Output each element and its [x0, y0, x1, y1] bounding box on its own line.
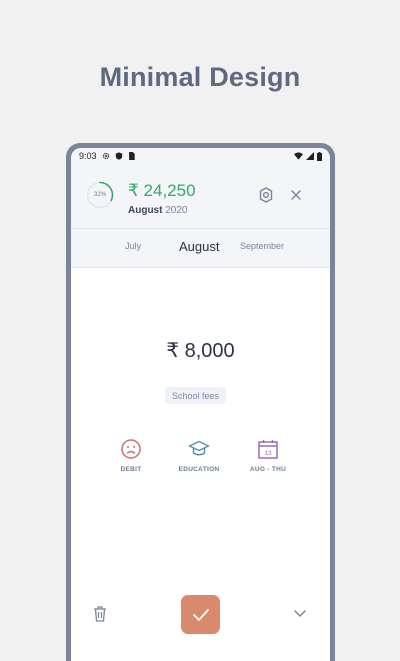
category-date-label: AUG - THU: [249, 466, 287, 473]
wifi-icon: [294, 152, 303, 160]
system-nav-bar: [71, 653, 330, 661]
entry-note-chip[interactable]: School fees: [165, 387, 227, 404]
settings-icon[interactable]: [257, 186, 275, 204]
category-education[interactable]: EDUCATION: [169, 438, 229, 473]
category-debit[interactable]: DEBIT: [101, 438, 161, 473]
budget-progress-ring: 32%: [85, 180, 115, 210]
close-icon[interactable]: [287, 186, 305, 204]
total-amount: ₹ 24,250: [128, 181, 196, 200]
app-screen: 9:03 32% ₹ 24,250 August 2020 July Augus…: [71, 148, 330, 661]
shield-icon: [115, 152, 122, 160]
sim-card-icon: [128, 152, 135, 160]
period-year: 2020: [165, 205, 188, 216]
calendar-day: 13: [264, 450, 272, 457]
status-time: 9:03: [79, 151, 97, 161]
phone-frame: 9:03 32% ₹ 24,250 August 2020 July Augus…: [66, 143, 335, 661]
category-education-label: EDUCATION: [178, 466, 220, 473]
sad-face-icon: [121, 439, 141, 459]
trash-icon[interactable]: [93, 606, 107, 622]
chevron-down-icon[interactable]: [293, 609, 307, 619]
tab-august[interactable]: August: [179, 239, 219, 254]
summary-header: 32% ₹ 24,250 August 2020: [71, 164, 330, 228]
gear-icon: [102, 152, 109, 160]
month-tabs: July August September: [71, 228, 330, 268]
calendar-icon: 13: [258, 440, 278, 459]
signal-icon: [306, 152, 314, 160]
tab-september[interactable]: September: [240, 241, 284, 251]
category-debit-label: DEBIT: [120, 466, 142, 473]
progress-label: 32%: [93, 192, 106, 198]
battery-icon: [317, 151, 322, 161]
entry-amount[interactable]: ₹ 8,000: [71, 338, 330, 363]
graduation-cap-icon: [188, 440, 210, 456]
status-bar: 9:03: [71, 148, 330, 164]
period-month: August: [128, 205, 163, 216]
current-period: August 2020: [128, 205, 187, 216]
check-icon: [192, 608, 209, 621]
category-date[interactable]: 13 AUG - THU: [238, 438, 298, 473]
headline: Minimal Design: [99, 62, 301, 92]
tab-july[interactable]: July: [125, 241, 141, 251]
confirm-button[interactable]: [181, 595, 220, 634]
